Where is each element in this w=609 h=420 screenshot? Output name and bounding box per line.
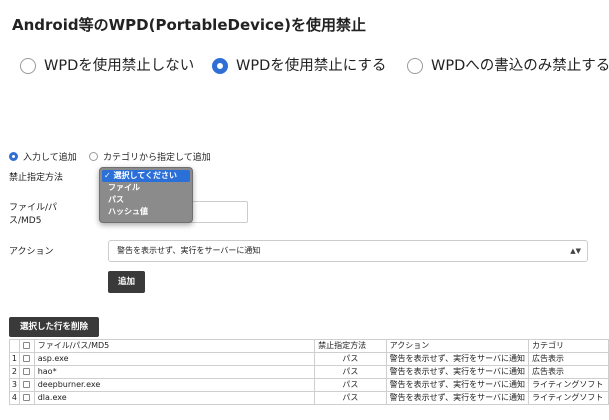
- add-mode-category[interactable]: カテゴリから指定して追加: [89, 150, 211, 163]
- row-checkbox[interactable]: [18, 391, 35, 405]
- method-option-hash[interactable]: ハッシュ値: [100, 206, 192, 218]
- row-index: 3: [9, 378, 20, 392]
- radio-selected-icon: [212, 58, 228, 74]
- action-select-value: 警告を表示せず、実行をサーバーに通知: [117, 246, 261, 255]
- wpd-option-restrict[interactable]: WPDを使用禁止にする: [212, 57, 386, 75]
- table-row[interactable]: 2 hao* パス 警告を表示せず、実行をサーバに通知 広告表示: [9, 365, 609, 379]
- row-category: ライティングソフト: [528, 378, 609, 392]
- add-mode-label: カテゴリから指定して追加: [103, 153, 211, 163]
- radio-selected-icon: [9, 152, 18, 161]
- header-index: [9, 339, 20, 353]
- row-index: 4: [9, 391, 20, 405]
- radio-unselected-icon: [20, 58, 36, 74]
- row-action: 警告を表示せず、実行をサーバに通知: [385, 352, 530, 366]
- row-action: 警告を表示せず、実行をサーバに通知: [385, 365, 530, 379]
- wpd-option-label: WPDを使用禁止しない: [44, 58, 195, 74]
- row-method: パス: [314, 365, 387, 379]
- row-path: deepburner.exe: [33, 378, 316, 392]
- header-action: アクション: [385, 339, 530, 353]
- row-index: 2: [9, 365, 20, 379]
- radio-unselected-icon: [89, 152, 98, 161]
- action-label: アクション: [9, 247, 54, 257]
- action-select[interactable]: 警告を表示せず、実行をサーバーに通知 ▲▼: [108, 240, 588, 262]
- select-arrows-icon: ▲▼: [570, 247, 581, 255]
- path-label-line: ス/MD5: [9, 216, 42, 226]
- row-checkbox[interactable]: [18, 365, 35, 379]
- row-method: パス: [314, 391, 387, 405]
- checkbox-icon: [23, 394, 31, 401]
- row-method: パス: [314, 352, 387, 366]
- delete-selected-button[interactable]: 選択した行を削除: [9, 317, 99, 337]
- add-button[interactable]: 追加: [108, 271, 145, 293]
- checkbox-icon: [23, 342, 31, 349]
- select-all-checkbox[interactable]: [18, 339, 35, 353]
- header-method: 禁止指定方法: [314, 339, 387, 353]
- method-option-placeholder[interactable]: ✓ 選択してください: [102, 170, 190, 182]
- table-row[interactable]: 4 dla.exe パス 警告を表示せず、実行をサーバに通知 ライティングソフト: [9, 391, 609, 405]
- checkbox-icon: [23, 368, 31, 375]
- row-path: asp.exe: [33, 352, 316, 366]
- table-header-row: ファイル/パス/MD5 禁止指定方法 アクション カテゴリ: [9, 339, 609, 353]
- radio-unselected-icon: [407, 58, 423, 74]
- row-method: パス: [314, 378, 387, 392]
- table-row[interactable]: 1 asp.exe パス 警告を表示せず、実行をサーバに通知 広告表示: [9, 352, 609, 366]
- method-option-file[interactable]: ファイル: [100, 182, 192, 194]
- page-title: Android等のWPD(PortableDevice)を使用禁止: [12, 16, 366, 34]
- row-action: 警告を表示せず、実行をサーバに通知: [385, 391, 530, 405]
- wpd-option-write-only[interactable]: WPDへの書込のみ禁止する: [407, 57, 609, 75]
- wpd-option-label: WPDを使用禁止にする: [236, 58, 387, 74]
- wpd-option-no-restrict[interactable]: WPDを使用禁止しない: [20, 57, 194, 75]
- table-row[interactable]: 3 deepburner.exe パス 警告を表示せず、実行をサーバに通知 ライ…: [9, 378, 609, 392]
- rule-table: ファイル/パス/MD5 禁止指定方法 アクション カテゴリ 1 asp.exe …: [9, 339, 609, 405]
- checkbox-icon: [23, 381, 31, 388]
- row-category: ライティングソフト: [528, 391, 609, 405]
- header-path: ファイル/パス/MD5: [33, 339, 316, 353]
- row-action: 警告を表示せず、実行をサーバに通知: [385, 378, 530, 392]
- row-checkbox[interactable]: [18, 378, 35, 392]
- header-category: カテゴリ: [528, 339, 609, 353]
- method-label: 禁止指定方法: [9, 173, 64, 183]
- row-index: 1: [9, 352, 20, 366]
- method-dropdown[interactable]: ✓ 選択してください ファイル パス ハッシュ値: [99, 167, 193, 223]
- wpd-option-label: WPDへの書込のみ禁止する: [431, 58, 609, 74]
- row-checkbox[interactable]: [18, 352, 35, 366]
- add-mode-label: 入力して追加: [23, 153, 77, 163]
- row-category: 広告表示: [528, 352, 609, 366]
- checkbox-icon: [23, 355, 31, 362]
- row-path: hao*: [33, 365, 316, 379]
- path-label-line: ファイル/パ: [9, 203, 58, 213]
- method-option-path[interactable]: パス: [100, 194, 192, 206]
- path-label: ファイル/パ ス/MD5: [9, 202, 57, 228]
- add-mode-manual[interactable]: 入力して追加: [9, 150, 77, 163]
- row-category: 広告表示: [528, 365, 609, 379]
- row-path: dla.exe: [33, 391, 316, 405]
